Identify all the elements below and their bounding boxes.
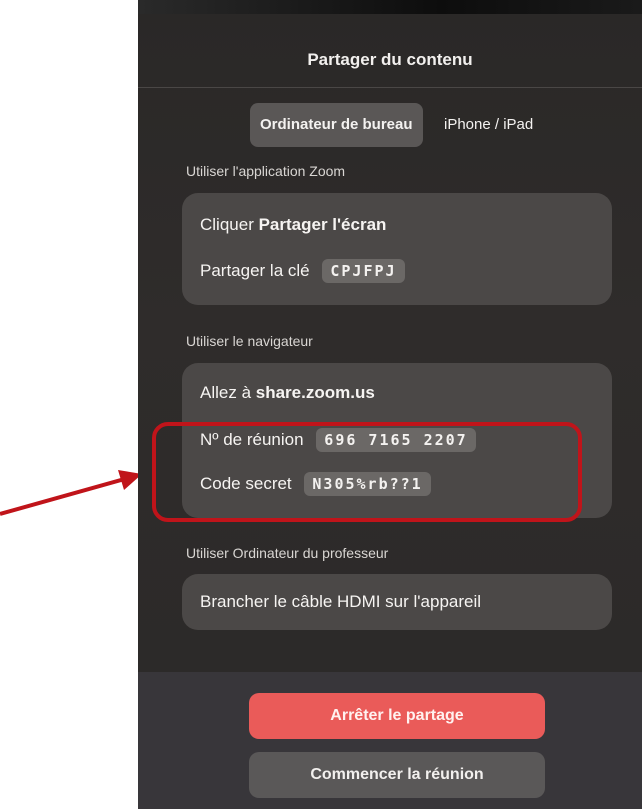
teacher-card: Brancher le câble HDMI sur l'appareil [182,574,612,630]
goto-url: share.zoom.us [255,383,375,402]
share-content-panel: Partager du contenu Ordinateur de bureau… [138,0,642,809]
goto-row: Allez à share.zoom.us [200,383,375,403]
title-divider [138,87,642,88]
zoom-app-card: Cliquer Partager l'écran Partager la clé… [182,193,612,305]
click-prefix: Cliquer [200,215,254,234]
start-meeting-button[interactable]: Commencer la réunion [249,752,545,798]
annotation-highlight-box [152,422,582,522]
share-key-value: CPJFPJ [322,259,405,283]
tab-iphone-ipad[interactable]: iPhone / iPad [434,103,543,147]
section-label-zoom-app: Utiliser l'application Zoom [186,163,346,179]
share-key-row: Partager la clé CPJFPJ [200,259,405,283]
click-action: Partager l'écran [258,215,387,234]
goto-prefix: Allez à [200,383,252,402]
page-title: Partager du contenu [307,50,473,69]
click-share-row: Cliquer Partager l'écran [200,215,386,235]
section-label-teacher: Utiliser Ordinateur du professeur [186,545,389,561]
stop-sharing-button[interactable]: Arrêter le partage [249,693,545,739]
share-key-label: Partager la clé [200,261,310,280]
hdmi-instruction: Brancher le câble HDMI sur l'appareil [200,592,482,611]
tab-desktop[interactable]: Ordinateur de bureau [250,103,423,147]
annotation-arrow [0,470,142,516]
section-label-browser: Utiliser le navigateur [186,333,313,349]
